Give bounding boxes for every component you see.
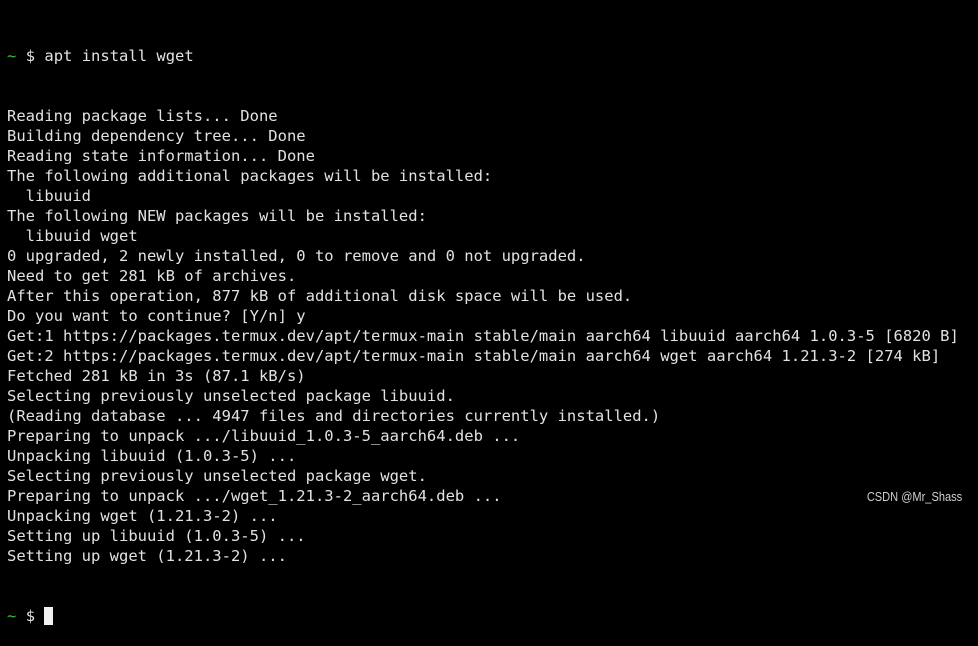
text-cursor: [44, 607, 54, 625]
output-line: Fetched 281 kB in 3s (87.1 kB/s): [7, 367, 306, 385]
output-line: 0 upgraded, 2 newly installed, 0 to remo…: [7, 247, 586, 265]
output-line: Get:1 https://packages.termux.dev/apt/te…: [7, 327, 959, 345]
output-line: libuuid: [7, 187, 91, 205]
output-line: Unpacking wget (1.21.3-2) ...: [7, 507, 278, 525]
output-line: Selecting previously unselected package …: [7, 387, 455, 405]
output-line: (Reading database ... 4947 files and dir…: [7, 407, 661, 425]
prompt-symbol: $: [25, 47, 36, 65]
command-line: ~ $ apt install wget: [7, 46, 959, 66]
output-line: Do you want to continue? [Y/n] y: [7, 307, 306, 325]
output-line: Get:2 https://packages.termux.dev/apt/te…: [7, 347, 941, 365]
prompt-tilde: ~: [7, 607, 17, 625]
output-line: The following additional packages will b…: [7, 167, 493, 185]
terminal-output[interactable]: ~ $ apt install wget Reading package lis…: [7, 6, 959, 646]
command-text: apt install wget: [44, 47, 194, 65]
output-line: The following NEW packages will be insta…: [7, 207, 427, 225]
output-line: libuuid wget: [7, 227, 138, 245]
output-line: Selecting previously unselected package …: [7, 467, 427, 485]
watermark: CSDN @Mr_Shass: [866, 489, 962, 504]
output-line: Need to get 281 kB of archives.: [7, 267, 297, 285]
output-line: Building dependency tree... Done: [7, 127, 306, 145]
prompt-tilde: ~: [7, 47, 17, 65]
output-line: Unpacking libuuid (1.0.3-5) ...: [7, 447, 297, 465]
output-line: Reading state information... Done: [7, 147, 315, 165]
active-prompt[interactable]: ~ $: [7, 606, 959, 626]
output-line: Preparing to unpack .../wget_1.21.3-2_aa…: [7, 487, 502, 505]
output-line: Setting up wget (1.21.3-2) ...: [7, 547, 287, 565]
output-line: Setting up libuuid (1.0.3-5) ...: [7, 527, 306, 545]
prompt-symbol: $: [25, 607, 36, 625]
output-line: Reading package lists... Done: [7, 107, 278, 125]
output-line: Preparing to unpack .../libuuid_1.0.3-5_…: [7, 427, 521, 445]
output-line: After this operation, 877 kB of addition…: [7, 287, 633, 305]
